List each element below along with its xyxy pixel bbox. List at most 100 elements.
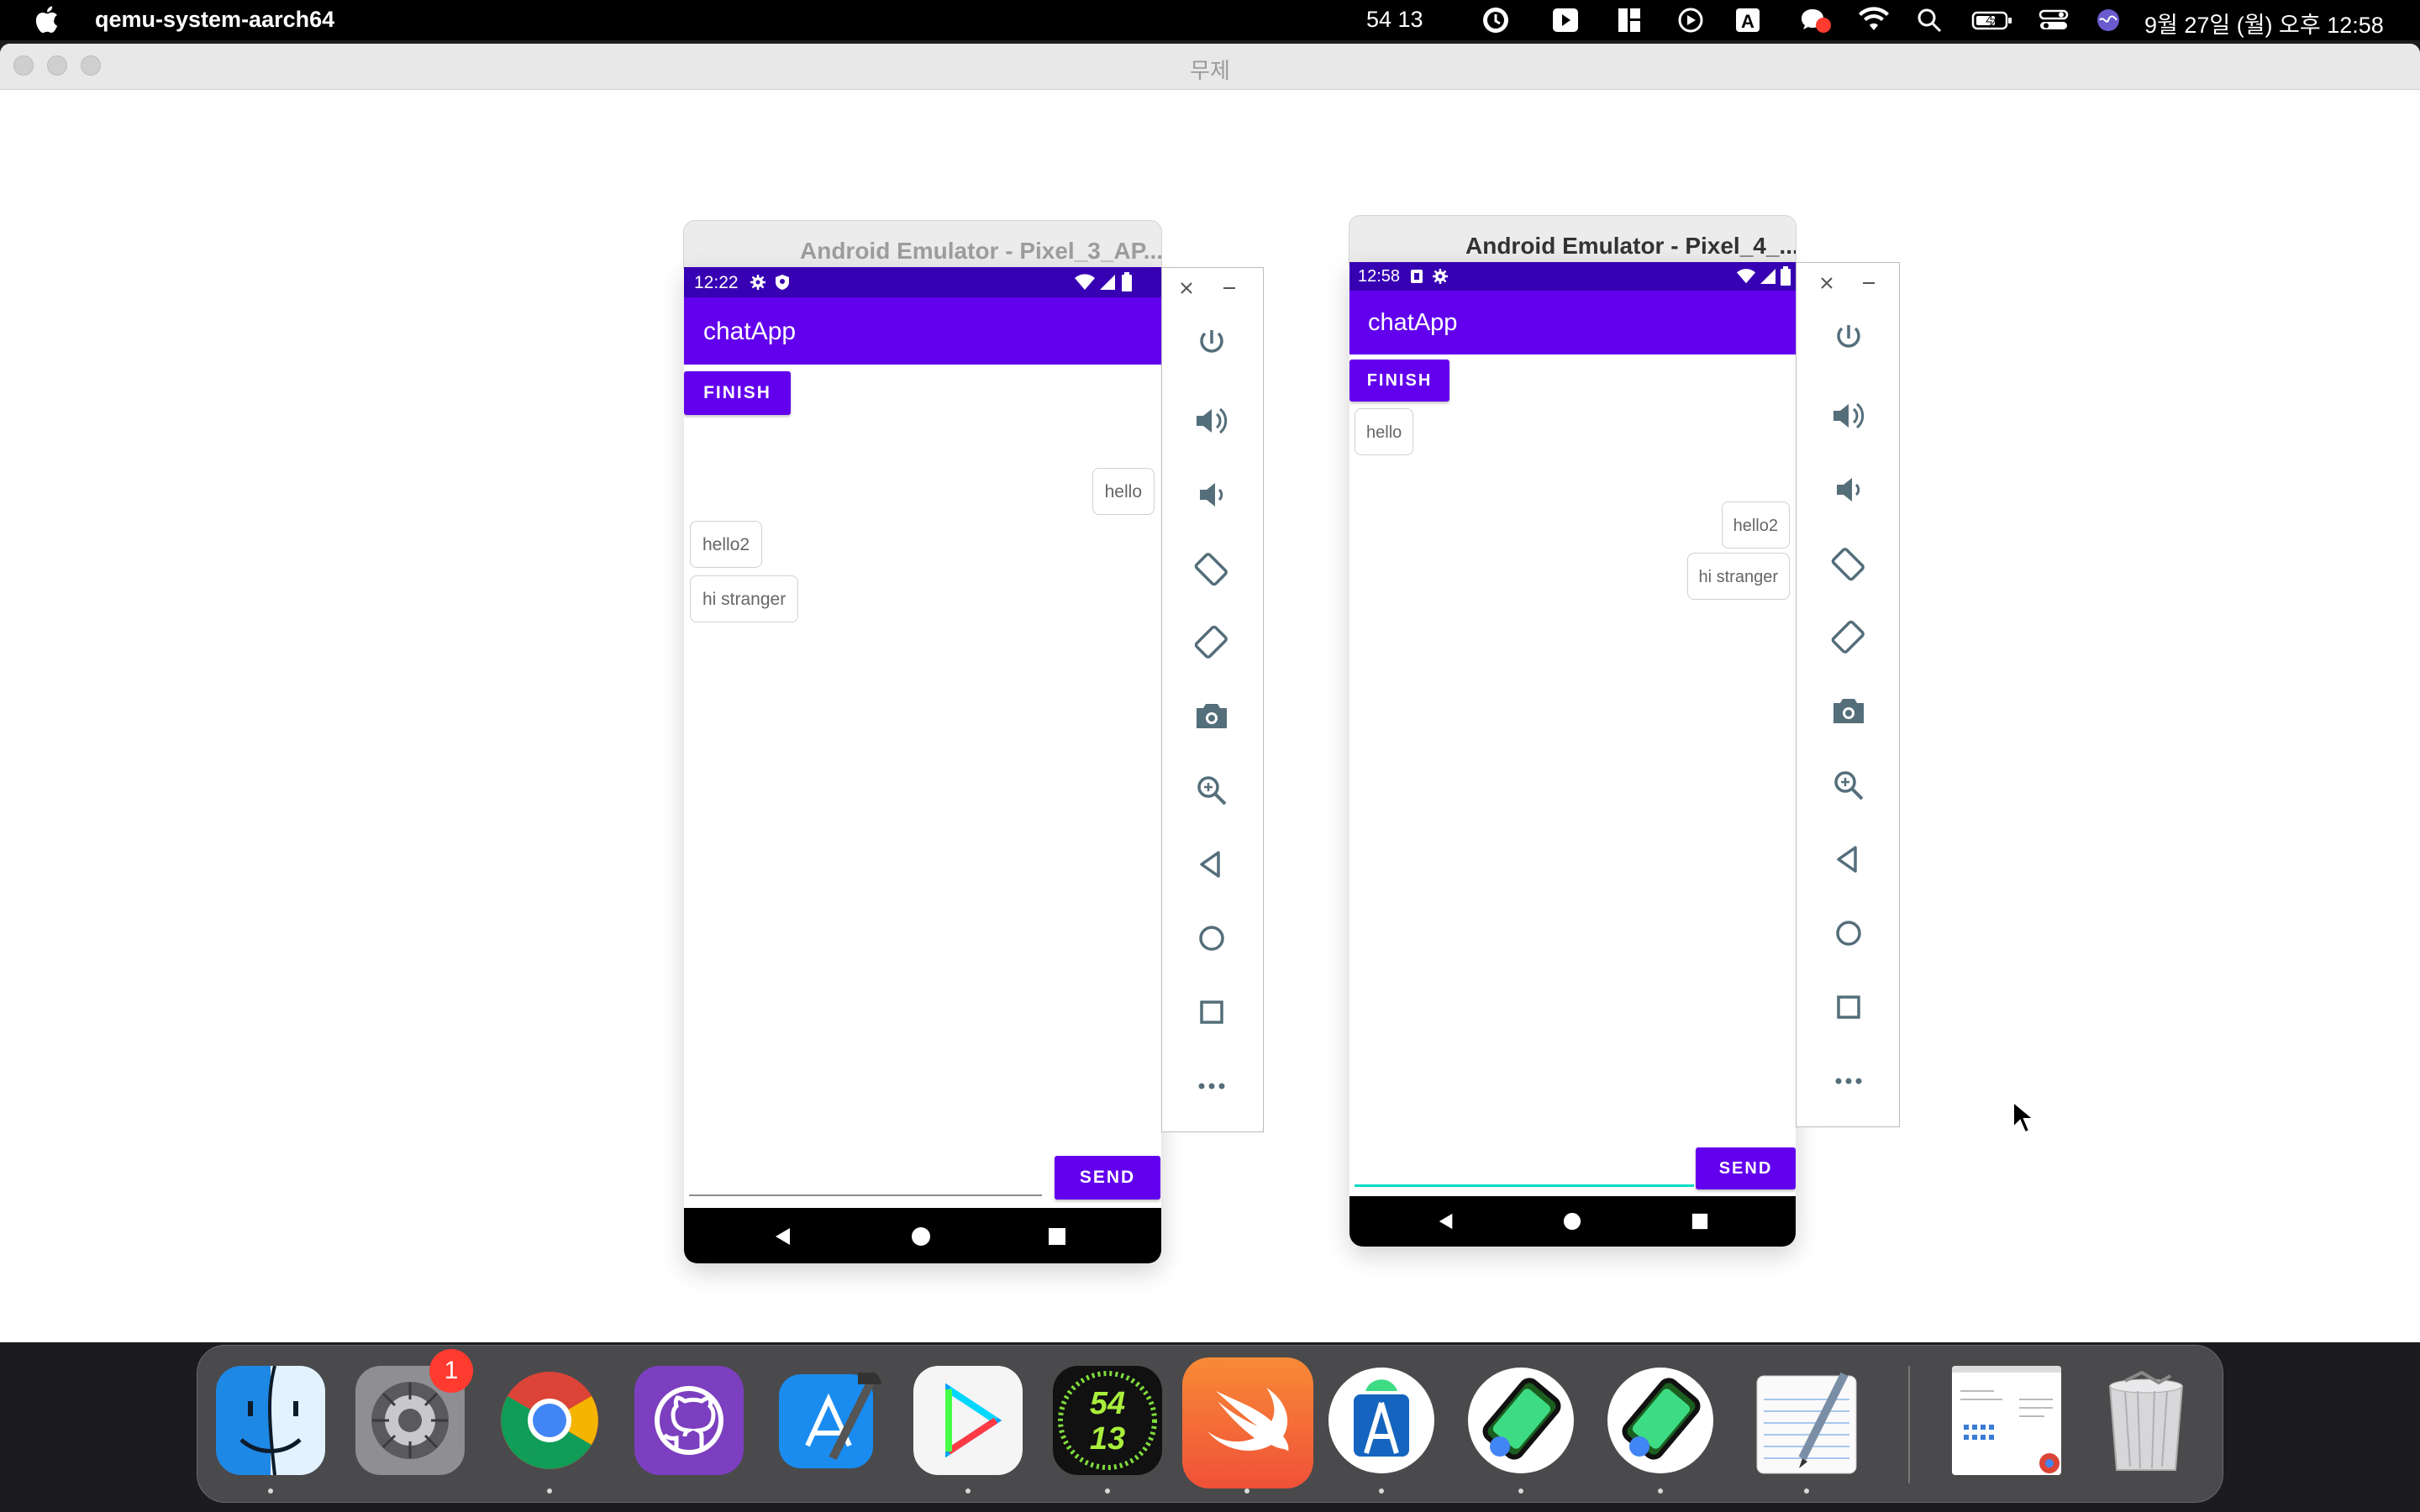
cell-signal-icon xyxy=(1760,269,1776,284)
overview-icon[interactable] xyxy=(1828,987,1869,1027)
rotate-left-icon[interactable] xyxy=(1828,543,1869,584)
message-bubble: hello2 xyxy=(1721,501,1790,549)
power-icon[interactable] xyxy=(1828,322,1869,362)
volume-up-icon[interactable] xyxy=(1192,401,1232,441)
clock-bottom-number: 13 xyxy=(1089,1421,1126,1457)
android-status-bar: 12:58 xyxy=(1349,262,1796,291)
active-app-name[interactable]: qemu-system-aarch64 xyxy=(95,7,334,33)
rotate-left-icon[interactable] xyxy=(1192,549,1232,589)
settings-gear-icon xyxy=(750,275,765,290)
spotlight-search-icon[interactable] xyxy=(1916,7,1943,34)
more-icon[interactable] xyxy=(1192,1066,1232,1106)
dock: 1 54 13 xyxy=(197,1345,2223,1503)
message-input[interactable] xyxy=(1355,1144,1694,1187)
settings-gear-icon xyxy=(1433,269,1448,284)
wifi-icon[interactable] xyxy=(1857,7,1891,34)
volume-up-icon[interactable] xyxy=(1828,396,1869,436)
dock-swift-playgrounds[interactable] xyxy=(1182,1357,1313,1488)
emulator-left-toolbar xyxy=(1161,267,1264,1132)
close-icon[interactable] xyxy=(1176,278,1197,298)
dock-document[interactable] xyxy=(1952,1366,2061,1475)
back-nav-icon[interactable] xyxy=(1437,1212,1455,1231)
home-icon[interactable] xyxy=(1192,918,1232,958)
volume-down-icon[interactable] xyxy=(1828,470,1869,510)
status-time: 12:58 xyxy=(1358,267,1401,286)
dock-android-emulator[interactable] xyxy=(1466,1366,1576,1475)
home-nav-icon[interactable] xyxy=(1563,1212,1581,1231)
battery-icon[interactable] xyxy=(1971,7,2013,34)
overview-nav-icon[interactable] xyxy=(1047,1226,1067,1247)
rotate-right-icon[interactable] xyxy=(1828,617,1869,658)
minimize-icon[interactable] xyxy=(1219,278,1239,298)
chat-notification-icon[interactable] xyxy=(1798,7,1832,34)
back-icon[interactable] xyxy=(1192,844,1232,885)
battery-icon xyxy=(1122,272,1132,291)
volume-down-icon[interactable] xyxy=(1192,475,1232,515)
running-indicator xyxy=(1518,1488,1523,1494)
running-indicator xyxy=(547,1488,552,1494)
dock-finder[interactable] xyxy=(216,1366,325,1475)
app-title: chatApp xyxy=(703,318,797,345)
status-time: 12:22 xyxy=(694,273,739,292)
message-input[interactable] xyxy=(689,1152,1042,1196)
dock-chrome[interactable] xyxy=(495,1366,604,1475)
dock-xcode[interactable] xyxy=(774,1366,883,1475)
home-icon[interactable] xyxy=(1828,913,1869,953)
main-window: 무제 Android Emulator - Pixel_3_AP... 12:2… xyxy=(0,44,2420,1342)
overview-nav-icon[interactable] xyxy=(1691,1212,1709,1231)
cell-signal-icon xyxy=(1100,275,1115,290)
zoom-icon[interactable] xyxy=(1828,765,1869,806)
send-button[interactable]: SEND xyxy=(1696,1147,1796,1189)
play-status-icon[interactable] xyxy=(1551,7,1580,34)
home-nav-icon[interactable] xyxy=(911,1226,931,1247)
close-icon[interactable] xyxy=(1817,273,1837,293)
message-bubble: hello2 xyxy=(690,521,763,568)
rotate-right-icon[interactable] xyxy=(1192,622,1232,663)
emulator-right-titlebar[interactable]: Android Emulator - Pixel_4_... xyxy=(1349,215,1797,265)
finish-button[interactable]: FINISH xyxy=(1349,360,1449,402)
clock-top-number: 54 xyxy=(1089,1386,1126,1421)
dock-google-play[interactable] xyxy=(913,1366,1023,1475)
app-title: chatApp xyxy=(1368,309,1458,336)
android-nav-bar xyxy=(1349,1196,1796,1247)
media-status-icon[interactable] xyxy=(1677,7,1704,34)
app-toolbar: chatApp xyxy=(1349,291,1796,354)
dock-android-studio[interactable] xyxy=(1327,1366,1436,1475)
emulator-right-toolbar xyxy=(1796,262,1900,1127)
back-nav-icon[interactable] xyxy=(773,1226,793,1247)
apple-logo-icon[interactable] xyxy=(34,5,59,34)
siri-icon[interactable] xyxy=(2096,7,2121,34)
dock-android-emulator[interactable] xyxy=(1606,1366,1715,1475)
status-numbers[interactable]: 54 13 xyxy=(1366,7,1423,33)
dock-clock[interactable]: 54 13 xyxy=(1053,1366,1162,1475)
dock-github-desktop[interactable] xyxy=(634,1366,744,1475)
running-indicator xyxy=(268,1488,273,1494)
power-icon[interactable] xyxy=(1192,327,1232,367)
running-indicator xyxy=(1658,1488,1663,1494)
input-source-icon[interactable]: A xyxy=(1734,7,1761,34)
send-button[interactable]: SEND xyxy=(1055,1156,1160,1200)
emulator-left-titlebar[interactable]: Android Emulator - Pixel_3_AP... xyxy=(683,220,1162,269)
message-bubble: hi stranger xyxy=(690,575,799,622)
camera-icon[interactable] xyxy=(1192,696,1232,737)
mouse-cursor-icon xyxy=(2012,1100,2035,1134)
overview-icon[interactable] xyxy=(1192,992,1232,1032)
camera-icon[interactable] xyxy=(1828,691,1869,732)
clock-status-icon[interactable] xyxy=(1479,7,1512,34)
dock-trash[interactable] xyxy=(2091,1366,2201,1475)
android-status-bar: 12:22 xyxy=(684,267,1161,297)
layout-status-icon[interactable] xyxy=(1617,7,1642,34)
more-icon[interactable] xyxy=(1828,1061,1869,1101)
running-indicator xyxy=(965,1488,971,1494)
back-icon[interactable] xyxy=(1828,839,1869,879)
notification-badge: 1 xyxy=(429,1349,473,1393)
control-center-icon[interactable] xyxy=(2039,7,2069,34)
wifi-signal-icon xyxy=(1736,269,1756,284)
finish-button[interactable]: FINISH xyxy=(684,371,791,415)
menubar-datetime[interactable]: 9월 27일 (월) 오후 12:58 xyxy=(2144,7,2384,39)
app-toolbar: chatApp xyxy=(684,297,1161,365)
zoom-icon[interactable] xyxy=(1192,770,1232,811)
dock-textedit[interactable] xyxy=(1752,1366,1861,1475)
wifi-signal-icon xyxy=(1075,274,1095,290)
minimize-icon[interactable] xyxy=(1859,273,1879,293)
